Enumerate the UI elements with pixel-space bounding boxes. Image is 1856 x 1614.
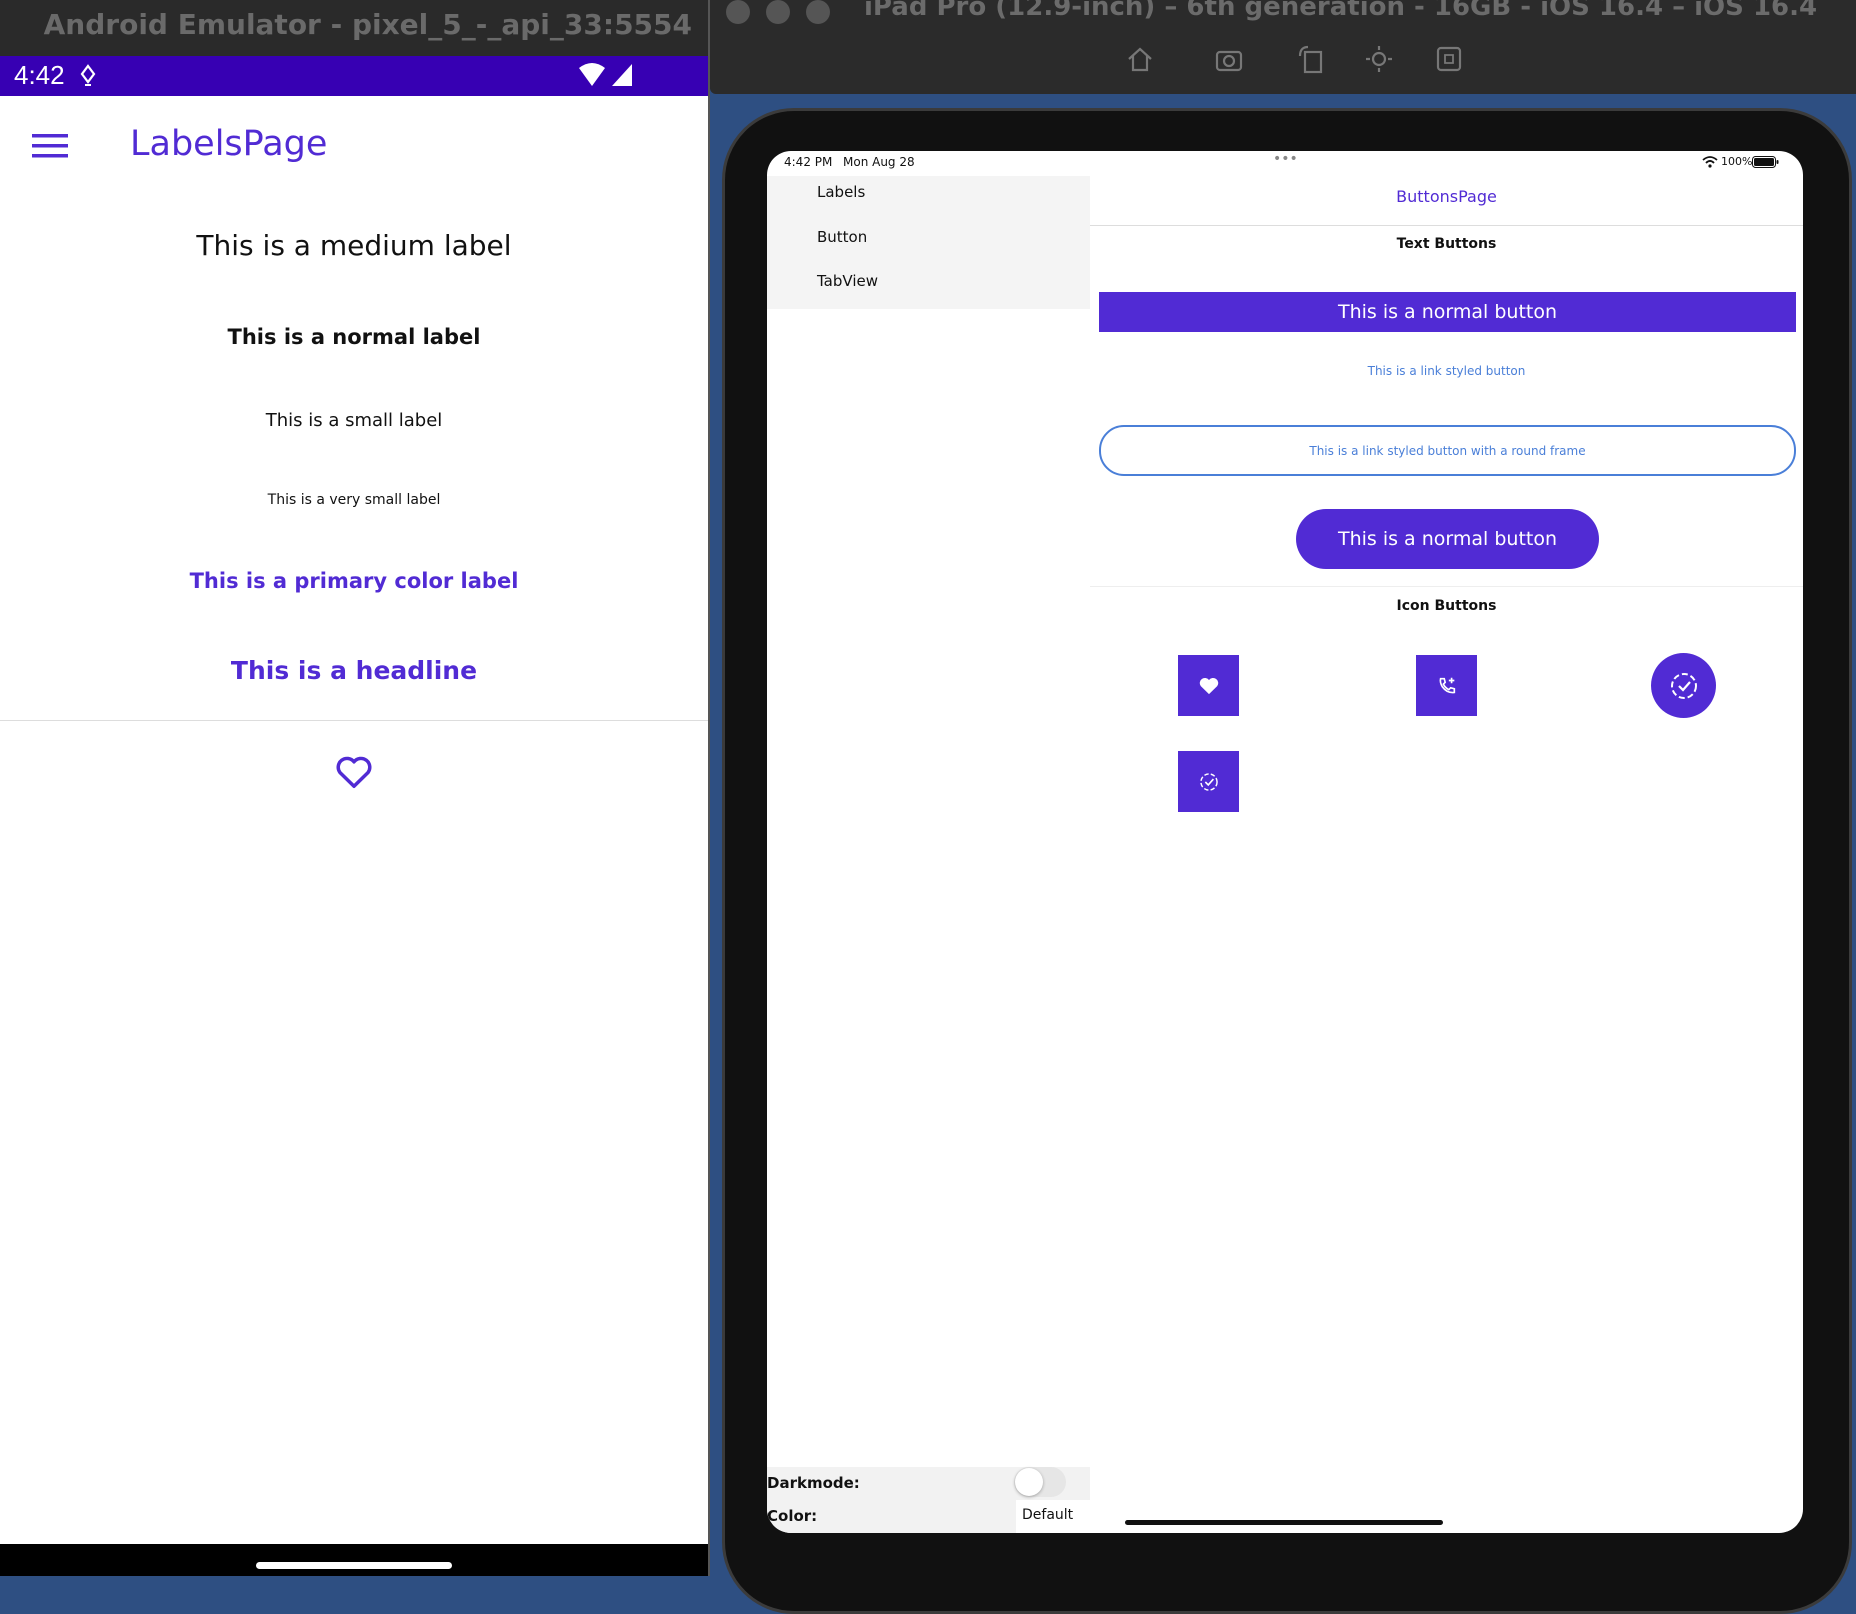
- check-circle-icon: [1670, 672, 1697, 699]
- link-styled-button[interactable]: This is a link styled button: [1090, 364, 1803, 378]
- flyout-item-tabview[interactable]: TabView: [817, 272, 878, 290]
- wifi-icon: [579, 63, 605, 86]
- phone-add-icon-button[interactable]: [1416, 655, 1477, 716]
- primary-color-label: This is a primary color label: [189, 569, 519, 593]
- appearance-icon[interactable]: [1364, 44, 1394, 74]
- link-frame-button[interactable]: This is a link styled button with a roun…: [1099, 425, 1796, 476]
- android-status-time: 4:42: [14, 60, 65, 90]
- rounded-normal-button[interactable]: This is a normal button: [1296, 509, 1599, 569]
- ios-window-title: iPad Pro (12.9-inch) – 6th generation - …: [864, 0, 1818, 22]
- normal-label: This is a normal label: [227, 325, 481, 349]
- ipad-screen: 4:42 PM Mon Aug 28 ••• 100% Labels Butto…: [767, 151, 1803, 1533]
- wifi-icon: [1702, 156, 1718, 168]
- android-emulator-window: Android Emulator - pixel_5_-_api_33:5554…: [0, 0, 708, 1576]
- text-buttons-header: Text Buttons: [1396, 236, 1497, 252]
- android-window-title: Android Emulator - pixel_5_-_api_33:5554: [43, 8, 692, 41]
- minimize-window-button[interactable]: [766, 0, 790, 24]
- heart-icon: [1199, 677, 1218, 694]
- android-app-screen: LabelsPage This is a medium label This i…: [0, 96, 708, 1544]
- menu-icon[interactable]: [32, 132, 68, 160]
- check-circle-square-button[interactable]: [1178, 751, 1239, 812]
- battery-percent: 100%: [1721, 155, 1753, 168]
- close-window-button[interactable]: [726, 0, 750, 24]
- ios-simulator-toolbar: iPad Pro (12.9-inch) – 6th generation - …: [710, 0, 1856, 94]
- normal-button[interactable]: This is a normal button: [1099, 292, 1796, 332]
- flyout-footer: Darkmode: Color: Default: [767, 1467, 1090, 1533]
- page-title: ButtonsPage: [1396, 187, 1497, 206]
- battery-icon: [1752, 156, 1779, 168]
- divider: [0, 720, 708, 721]
- rotate-icon[interactable]: [1296, 44, 1326, 74]
- icon-buttons-header: Icon Buttons: [1396, 598, 1497, 614]
- android-home-handle[interactable]: [256, 1562, 452, 1569]
- page-title: LabelsPage: [130, 124, 328, 164]
- very-small-label: This is a very small label: [267, 492, 441, 508]
- check-circle-icon: [1199, 772, 1218, 791]
- heart-outline-icon[interactable]: [335, 754, 373, 790]
- darkmode-label: Darkmode:: [767, 1474, 860, 1492]
- location-icon: [80, 64, 96, 86]
- home-icon[interactable]: [1125, 44, 1155, 74]
- buttons-page: ButtonsPage Text Buttons This is a norma…: [1090, 176, 1803, 1533]
- zoom-window-button[interactable]: [806, 0, 830, 24]
- check-circle-round-button[interactable]: [1651, 653, 1716, 718]
- color-picker[interactable]: Default: [1016, 1500, 1090, 1533]
- switch-knob: [1015, 1468, 1043, 1496]
- window-separator: [708, 0, 710, 1576]
- heart-icon-button[interactable]: [1178, 655, 1239, 716]
- flyout-item-labels[interactable]: Labels: [817, 183, 865, 201]
- multitasking-dots-icon[interactable]: •••: [1273, 151, 1298, 167]
- cell-signal-icon: [612, 64, 632, 86]
- headline-label: This is a headline: [230, 656, 478, 685]
- screenshot-icon[interactable]: [1214, 44, 1244, 74]
- ios-status-date: Mon Aug 28: [843, 155, 915, 169]
- android-status-bar: 4:42: [0, 56, 708, 96]
- ios-home-indicator[interactable]: [1125, 1520, 1443, 1525]
- android-window-titlebar: Android Emulator - pixel_5_-_api_33:5554: [0, 0, 708, 56]
- medium-label: This is a medium label: [196, 229, 512, 262]
- color-label: Color:: [767, 1507, 818, 1525]
- android-navigation-bar: [0, 1544, 708, 1576]
- small-label: This is a small label: [265, 410, 443, 431]
- section-divider: [1090, 586, 1803, 587]
- darkmode-switch[interactable]: [1014, 1467, 1066, 1497]
- phone-add-icon: [1439, 677, 1455, 693]
- color-picker-value: Default: [1022, 1507, 1074, 1523]
- ios-status-time: 4:42 PM: [784, 155, 833, 169]
- command-icon[interactable]: [1434, 44, 1464, 74]
- nav-divider: [1090, 225, 1803, 226]
- flyout-menu: Labels Button TabView: [767, 176, 1090, 309]
- flyout-item-button[interactable]: Button: [817, 228, 867, 246]
